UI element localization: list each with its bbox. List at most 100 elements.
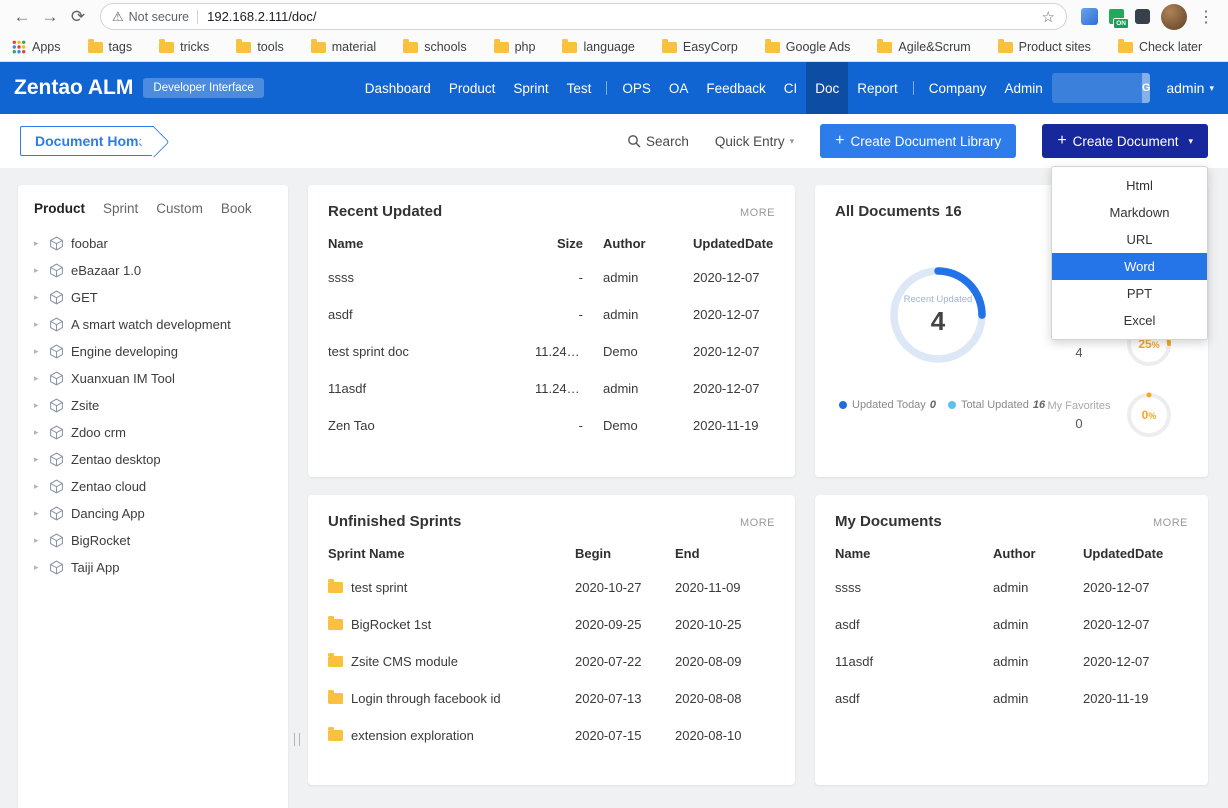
tree-item[interactable]: ▸Engine developing	[18, 338, 288, 365]
table-row[interactable]: Zen Tao-Demo2020-11-19	[328, 407, 775, 444]
nav-test[interactable]: Test	[558, 62, 601, 114]
chevron-right-icon[interactable]: ▸	[34, 238, 47, 249]
bookmark-folder[interactable]: Check later	[1118, 40, 1202, 54]
tab-custom[interactable]: Custom	[156, 201, 203, 216]
nav-admin[interactable]: Admin	[996, 62, 1052, 114]
menu-item-ppt[interactable]: PPT	[1052, 280, 1207, 307]
chevron-right-icon[interactable]: ▸	[34, 454, 47, 465]
tab-product[interactable]: Product	[34, 201, 85, 216]
doc-name[interactable]: asdf	[835, 680, 993, 717]
table-row[interactable]: asdfadmin2020-11-19	[835, 680, 1188, 717]
bookmark-folder[interactable]: Google Ads	[765, 40, 851, 54]
table-row[interactable]: test sprint doc11.24KBDemo2020-12-07	[328, 333, 775, 370]
doc-name[interactable]: asdf	[835, 606, 993, 643]
chevron-right-icon[interactable]: ▸	[34, 292, 47, 303]
doc-name[interactable]: ssss	[328, 259, 535, 296]
bookmark-folder[interactable]: tags	[88, 40, 133, 54]
more-link[interactable]: MORE	[740, 207, 775, 219]
extension-icon-green[interactable]: ON	[1109, 9, 1124, 24]
chevron-right-icon[interactable]: ▸	[34, 535, 47, 546]
panel-resize-grip[interactable]	[294, 733, 300, 746]
doc-name[interactable]: test sprint doc	[328, 333, 535, 370]
bookmark-folder[interactable]: Product sites	[998, 40, 1091, 54]
table-row[interactable]: test sprint2020-10-272020-11-09	[328, 569, 775, 606]
table-row[interactable]: asdf-admin2020-12-07	[328, 296, 775, 333]
tab-sprint[interactable]: Sprint	[103, 201, 138, 216]
tree-item[interactable]: ▸Zdoo crm	[18, 419, 288, 446]
create-document-library-button[interactable]: + Create Document Library	[820, 124, 1016, 158]
table-row[interactable]: ssss-admin2020-12-07	[328, 259, 775, 296]
sprint-name[interactable]: Login through facebook id	[351, 691, 501, 706]
tree-item[interactable]: ▸A smart watch development	[18, 311, 288, 338]
tree-item[interactable]: ▸Dancing App	[18, 500, 288, 527]
chevron-right-icon[interactable]: ▸	[34, 265, 47, 276]
profile-avatar[interactable]	[1161, 4, 1187, 30]
search-link[interactable]: Search	[627, 134, 689, 149]
bookmark-folder[interactable]: schools	[403, 40, 466, 54]
more-link[interactable]: MORE	[740, 517, 775, 529]
forward-icon[interactable]: →	[36, 0, 64, 33]
reload-icon[interactable]: ⟳	[64, 0, 92, 33]
go-button[interactable]: GO!	[1142, 73, 1151, 103]
tree-item[interactable]: ▸Xuanxuan IM Tool	[18, 365, 288, 392]
table-row[interactable]: Zsite CMS module2020-07-222020-08-09	[328, 643, 775, 680]
bookmark-folder[interactable]: php	[494, 40, 536, 54]
address-bar[interactable]: ⚠ Not secure 192.168.2.111/doc/ ☆	[100, 3, 1067, 30]
chevron-right-icon[interactable]: ▸	[34, 373, 47, 384]
tree-item[interactable]: ▸Zsite	[18, 392, 288, 419]
menu-item-excel[interactable]: Excel	[1052, 307, 1207, 334]
extension-icon-blue[interactable]	[1081, 8, 1098, 25]
bookmark-folder[interactable]: EasyCorp	[662, 40, 738, 54]
sprint-name[interactable]: test sprint	[351, 580, 407, 595]
bookmark-star-icon[interactable]: ☆	[1042, 8, 1055, 26]
more-link[interactable]: MORE	[1153, 517, 1188, 529]
bookmark-apps[interactable]: Apps	[12, 40, 61, 54]
menu-item-word[interactable]: Word	[1052, 253, 1207, 280]
sprint-name[interactable]: Zsite CMS module	[351, 654, 458, 669]
nav-oa[interactable]: OA	[660, 62, 698, 114]
chevron-right-icon[interactable]: ▸	[34, 427, 47, 438]
tree-item[interactable]: ▸eBazaar 1.0	[18, 257, 288, 284]
doc-name[interactable]: 11asdf	[835, 643, 993, 680]
doc-name[interactable]: Zen Tao	[328, 407, 535, 444]
bookmark-folder[interactable]: Agile&Scrum	[877, 40, 970, 54]
tree-item[interactable]: ▸GET	[18, 284, 288, 311]
nav-sprint[interactable]: Sprint	[504, 62, 557, 114]
tree-item[interactable]: ▸BigRocket	[18, 527, 288, 554]
table-row[interactable]: Login through facebook id2020-07-132020-…	[328, 680, 775, 717]
nav-company[interactable]: Company	[920, 62, 996, 114]
chevron-right-icon[interactable]: ▸	[34, 319, 47, 330]
bookmark-folder[interactable]: tools	[236, 40, 283, 54]
tree-item[interactable]: ▸Zentao cloud	[18, 473, 288, 500]
bookmark-folder[interactable]: language	[562, 40, 634, 54]
table-row[interactable]: asdfadmin2020-12-07	[835, 606, 1188, 643]
table-row[interactable]: BigRocket 1st2020-09-252020-10-25	[328, 606, 775, 643]
user-menu[interactable]: admin ▾	[1166, 80, 1214, 96]
table-row[interactable]: extension exploration2020-07-152020-08-1…	[328, 717, 775, 754]
chevron-right-icon[interactable]: ▸	[34, 481, 47, 492]
doc-name[interactable]: ssss	[835, 569, 993, 606]
extension-icon-dark[interactable]	[1135, 9, 1150, 24]
browser-menu-icon[interactable]: ⋮	[1198, 7, 1214, 27]
quick-entry-dropdown[interactable]: Quick Entry ▾	[715, 134, 794, 149]
sprint-name[interactable]: extension exploration	[351, 728, 474, 743]
menu-item-url[interactable]: URL	[1052, 226, 1207, 253]
menu-item-markdown[interactable]: Markdown	[1052, 199, 1207, 226]
bookmark-folder[interactable]: tricks	[159, 40, 209, 54]
nav-search-input[interactable]	[1052, 81, 1142, 96]
app-logo[interactable]: Zentao ALM	[14, 76, 133, 100]
nav-dashboard[interactable]: Dashboard	[356, 62, 440, 114]
doc-name[interactable]: asdf	[328, 296, 535, 333]
nav-ci[interactable]: CI	[775, 62, 807, 114]
menu-item-html[interactable]: Html	[1052, 172, 1207, 199]
chevron-right-icon[interactable]: ▸	[34, 400, 47, 411]
table-row[interactable]: 11asdfadmin2020-12-07	[835, 643, 1188, 680]
chevron-right-icon[interactable]: ▸	[34, 562, 47, 573]
tree-item[interactable]: ▸Zentao desktop	[18, 446, 288, 473]
back-icon[interactable]: ←	[8, 0, 36, 33]
breadcrumb-document-home[interactable]: Document Home	[20, 126, 154, 156]
create-document-button[interactable]: + Create Document ▾ Html Markdown URL Wo…	[1042, 124, 1208, 158]
doc-name[interactable]: 11asdf	[328, 370, 535, 407]
nav-feedback[interactable]: Feedback	[697, 62, 774, 114]
sprint-name[interactable]: BigRocket 1st	[351, 617, 431, 632]
